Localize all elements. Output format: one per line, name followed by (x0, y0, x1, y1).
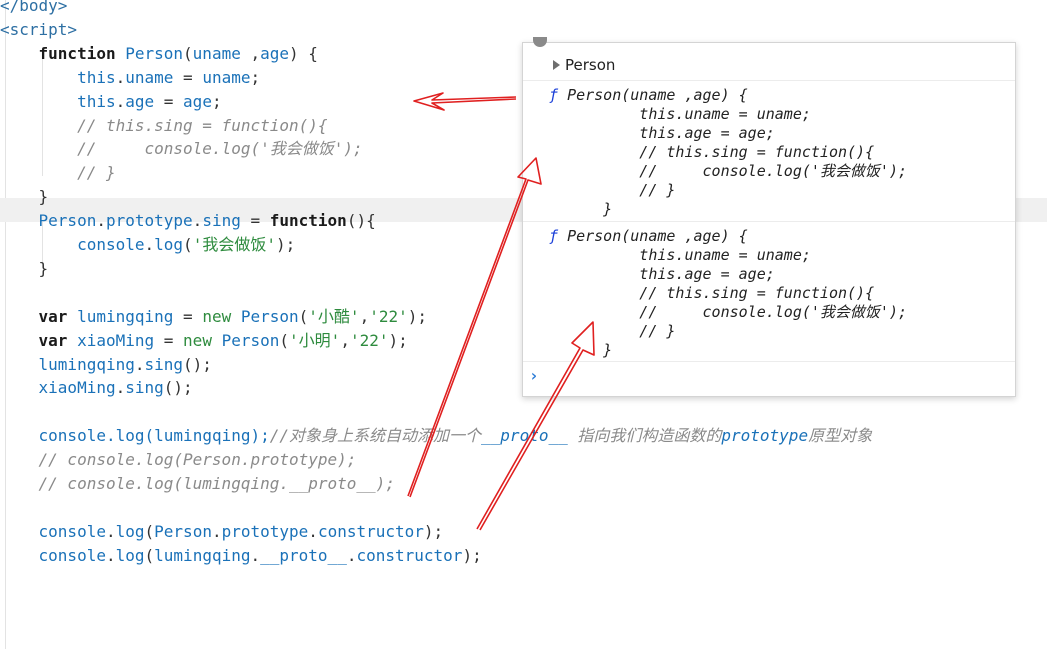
console-source-line: this.uname = uname; (567, 105, 811, 123)
console-source-line: this.uname = uname; (567, 246, 811, 264)
code-line[interactable]: // } (0, 161, 116, 185)
code-line[interactable]: console.log(lumingqing);//对象身上系统自动添加一个__… (0, 424, 873, 448)
console-output-1[interactable]: ƒ Person(uname ,age) { this.uname = unam… (523, 80, 1015, 222)
code-line[interactable]: </body> (0, 0, 67, 18)
code-line[interactable]: Person.prototype.sing = function(){ (0, 209, 376, 233)
code-line[interactable]: // console.log(Person.prototype); (0, 448, 357, 472)
code-line[interactable]: xiaoMing.sing(); (0, 376, 193, 400)
console-source-line: ƒ Person(uname ,age) { (549, 227, 748, 245)
console-source-line: // console.log('我会做饭'); (567, 162, 908, 180)
console-output-2[interactable]: ƒ Person(uname ,age) { this.uname = unam… (523, 221, 1015, 362)
code-line[interactable]: console.log(Person.prototype.constructor… (0, 520, 444, 544)
console-source-line: ƒ Person(uname ,age) { (549, 86, 748, 104)
code-line[interactable]: // console.log(lumingqing.__proto__); (0, 472, 395, 496)
code-line[interactable]: // console.log('我会做饭'); (0, 137, 363, 161)
code-line[interactable]: } (0, 185, 49, 209)
object-label: Person (565, 56, 616, 74)
code-line[interactable]: this.uname = uname; (0, 66, 260, 90)
code-line[interactable]: // this.sing = function(){ (0, 114, 327, 138)
code-line[interactable]: var lumingqing = new Person('小酷','22'); (0, 305, 427, 329)
console-source-line: } (567, 341, 613, 359)
devtools-console-panel[interactable]: Person ƒ Person(uname ,age) { this.uname… (522, 37, 1016, 397)
code-line[interactable]: this.age = age; (0, 90, 222, 114)
code-line[interactable]: console.log(lumingqing.__proto__.constru… (0, 544, 482, 568)
console-source-line: // this.sing = function(){ (567, 284, 875, 302)
console-source-line: // console.log('我会做饭'); (567, 303, 908, 321)
code-line[interactable]: } (0, 257, 49, 281)
code-line[interactable]: var xiaoMing = new Person('小明','22'); (0, 329, 408, 353)
console-prompt-icon[interactable]: › (529, 366, 539, 385)
console-source-line: // this.sing = function(){ (567, 143, 875, 161)
function-marker-icon: ƒ (549, 227, 568, 245)
code-line[interactable]: console.log('我会做饭'); (0, 233, 295, 257)
console-source-line: // } (567, 322, 676, 340)
expand-triangle-icon[interactable] (553, 60, 560, 70)
console-source-line: } (567, 200, 613, 218)
function-source-2: ƒ Person(uname ,age) { this.uname = unam… (549, 227, 907, 360)
console-object-row[interactable]: Person (523, 43, 1015, 81)
function-source-1: ƒ Person(uname ,age) { this.uname = unam… (549, 86, 907, 219)
code-line[interactable]: function Person(uname ,age) { (0, 42, 318, 66)
code-line[interactable]: <script> (0, 18, 77, 42)
function-marker-icon: ƒ (549, 86, 568, 104)
console-source-line: // } (567, 181, 676, 199)
console-source-line: this.age = age; (567, 265, 775, 283)
console-source-line: this.age = age; (567, 124, 775, 142)
code-line[interactable]: lumingqing.sing(); (0, 353, 212, 377)
